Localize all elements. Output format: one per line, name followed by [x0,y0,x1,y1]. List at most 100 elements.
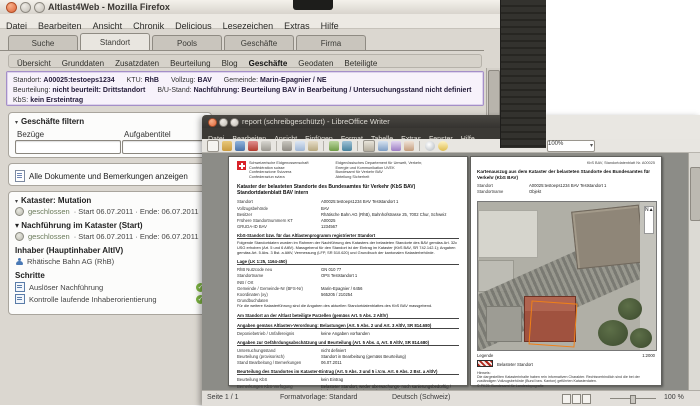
firefox-menubar: Datei Bearbeiten Ansicht Chronik Delicious Le… [0,14,500,31]
menu-item[interactable]: Datei [6,21,27,31]
zoom-slider[interactable] [610,395,656,404]
info-pair: Gemeinde: Marin-Epagnier / NE [223,76,327,84]
kataster-title[interactable]: ▾ Kataster: Mutation [9,192,211,205]
collapse-triangle-icon: ▾ [15,199,19,205]
zoom-combobox[interactable]: 100% [547,139,595,152]
info-pair: B/U-Stand: Nachführung: Beurteilung BAV i… [157,86,472,94]
subnav-item[interactable]: Übersicht [17,59,51,68]
multi-page-view-icon[interactable] [572,394,581,404]
close-button-icon[interactable] [6,2,17,13]
schritt-row[interactable]: Auslöser Nachführung ✓ [9,280,211,292]
minimize-button-icon[interactable] [219,118,228,127]
aufgabentitel-input[interactable] [122,140,214,154]
print-icon[interactable] [261,140,271,151]
person-icon [15,257,23,266]
single-page-view-icon[interactable] [562,394,571,404]
zoom-icon[interactable] [425,140,435,151]
background-window-strip [500,0,546,148]
subnav-item[interactable]: Geschäfte [249,59,288,68]
undo-icon[interactable] [329,140,339,151]
subnav-item[interactable]: Blog [222,59,238,68]
map-scale: 1:2000 [642,353,655,358]
copy-icon[interactable] [295,140,305,151]
toolbar-separator [357,140,358,151]
subnav-item[interactable]: Geodaten [298,59,333,68]
table-icon[interactable] [363,139,375,152]
browser-tab-pools[interactable]: Pools [152,35,222,50]
trees [598,320,628,346]
hyperlink-icon[interactable] [378,140,388,151]
all-documents-link[interactable]: Alle Dokumente und Bemerkungen anzeigen [9,164,211,182]
writer-window: report (schreibgeschützt) - LibreOffice … [202,115,700,406]
zoom-slider-handle[interactable] [630,395,636,404]
close-button-icon[interactable] [208,118,217,127]
menu-item[interactable]: Delicious [175,21,212,31]
gallery-icon[interactable] [404,140,414,151]
paste-icon[interactable] [308,140,318,151]
info-pair: Beurteilung: nicht beurteilt: Drittstando… [13,86,146,94]
department-lines: Eidgenössisches Departement für Umwelt, … [335,161,423,179]
closed-status-icon [15,232,24,241]
zoom-percent[interactable]: 100 % [664,394,684,401]
field-row: Untersuchungsstand nicht definiert [237,348,346,354]
intro-paragraph: Folgende Standortdaten wurden im Rahmen … [237,240,458,255]
maximize-button-icon[interactable] [230,118,239,127]
field-row: Gemeinde / Gemeinde-Nr (BFS-Nr) Marin-Epa… [237,285,363,291]
language-indicator[interactable]: Deutsch (Schweiz) [392,394,450,401]
redo-icon[interactable] [342,140,352,151]
info-pair: Vollzug: BAV [170,76,212,84]
export-pdf-icon[interactable] [248,140,258,151]
subnav-item[interactable]: Beteiligte [344,59,377,68]
menu-item[interactable]: Chronik [133,21,164,31]
menu-item[interactable]: Hilfe [321,21,339,31]
subnav-item[interactable]: Zusatzdaten [115,59,159,68]
minimize-button-icon[interactable] [20,2,31,13]
navigator-icon[interactable] [391,140,401,151]
cut-icon[interactable] [282,140,292,151]
menu-item[interactable]: Extras [284,21,310,31]
save-icon[interactable] [235,140,245,151]
map-title: Kartenauszug aus dem Kataster der belast… [477,169,651,180]
bezuege-input[interactable] [15,140,121,154]
section-kbs-standort: KbS-Standort bzw. für das Altlastenprogr… [237,233,459,240]
subnav-item[interactable]: Grunddaten [62,59,104,68]
scrollbar-thumb[interactable] [690,167,700,221]
standort-rows: Standort A00025:testoeps1234 BAV Teststan… [237,199,459,229]
schritt-row[interactable]: Kontrolle laufende Inhaberorientierung ✓ [9,292,211,304]
filter-box-title[interactable]: ▾ Geschäfte filtern [9,113,211,126]
brown-roof-building [571,204,645,270]
firefox-titlebar[interactable]: Altlast4Web - Mozilla Firefox [0,0,500,15]
beurteilung-rows: Untersuchungsstand nicht definiert Beurtei… [237,348,459,365]
maximize-button-icon[interactable] [34,2,45,13]
browser-tab-geschäfte[interactable]: Geschäfte [224,35,294,50]
scrollbar-thumb[interactable] [488,70,500,120]
browser-tab-suche[interactable]: Suche [8,35,78,50]
section-belastungen: Angaben gemäss Altlasten-Verordnung: Bel… [237,323,459,330]
menu-item[interactable]: Ansicht [93,21,123,31]
page2-header: KbS BAV, Standortdatenblatt Nr. A00025 [586,161,655,165]
page-style-indicator[interactable]: Formatvorlage: Standard [280,394,357,401]
subnav-item[interactable]: Beurteilung [170,59,210,68]
new-document-icon[interactable] [207,139,219,152]
open-icon[interactable] [222,140,232,151]
nachfuehrung-heading[interactable]: ▾ Nachführung im Kataster (Start) [9,216,211,230]
browser-tab-firma[interactable]: Firma [296,35,366,50]
tabstrip-baseline [0,50,484,51]
help-icon[interactable] [438,140,448,151]
firefox-tabstrip: Suche Standort Pools Geschäfte Firma [0,33,500,51]
menu-item[interactable]: Lesezeichen [223,21,274,31]
legend-row: Legende 1:2000 [477,353,655,358]
field-row: Beurteilung KbS kein Eintrag [237,377,344,383]
book-view-icon[interactable] [582,394,591,404]
toolbar-separator [419,140,420,151]
browser-tab-standort[interactable]: Standort [80,33,150,50]
lage-rows: RhB Nutzcode neu GN 010 77 Standortname OPS… [237,267,459,303]
inhaber-row[interactable]: Rhätische Bahn AG (RhB) [9,255,211,266]
info-line-2: Beurteilung: nicht beurteilt: Drittstando… [13,85,477,95]
menu-item[interactable]: Bearbeiten [38,21,82,31]
closed-status-icon [15,207,24,216]
info-line-3: KbS: kein Ersteintrag [13,95,477,105]
writer-scrollbar[interactable] [688,153,700,390]
field-row: GRUDA-ID BAV 1234567 [237,224,338,230]
writer-titlebar[interactable]: report (schreibgeschützt) - LibreOffice … [202,115,545,128]
